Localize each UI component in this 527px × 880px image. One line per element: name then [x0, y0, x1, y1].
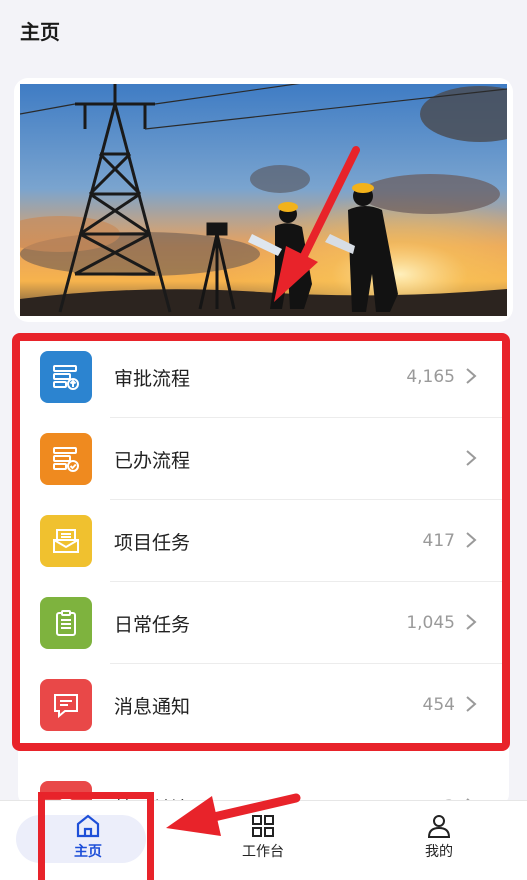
- chevron-right-icon: [466, 368, 477, 384]
- chevron-right-icon: [466, 696, 477, 712]
- list-item-done-flow[interactable]: 已办流程: [18, 418, 509, 500]
- approval-flow-icon: [40, 351, 92, 403]
- page-title: 主页: [20, 20, 60, 44]
- list-item-daily-task[interactable]: 日常任务 1,045: [18, 582, 509, 664]
- nav-mine-label: 我的: [425, 844, 453, 860]
- nav-workbench-label: 工作台: [242, 844, 284, 860]
- nav-mine[interactable]: 我的: [394, 813, 484, 871]
- list-item-count: 454: [422, 695, 455, 715]
- banner-image: [20, 84, 507, 316]
- banner-card[interactable]: [14, 78, 513, 322]
- message-icon: [40, 679, 92, 731]
- nav-workbench[interactable]: 工作台: [218, 813, 308, 871]
- list-item-label: 项目任务: [114, 532, 191, 554]
- chevron-right-icon: [466, 532, 477, 548]
- nav-home[interactable]: 主页: [43, 813, 133, 871]
- nav-home-label: 主页: [74, 844, 102, 860]
- list-item-label: 消息通知: [114, 696, 191, 718]
- chevron-right-icon: [466, 450, 477, 466]
- done-flow-icon: [40, 433, 92, 485]
- list-item-count: 4,165: [406, 367, 455, 387]
- list-item-project-task[interactable]: 项目任务 417: [18, 500, 509, 582]
- list-item-message[interactable]: 消息通知 454: [18, 664, 509, 746]
- home-icon: [76, 814, 100, 838]
- list-item-approval-flow[interactable]: 审批流程 4,165: [18, 336, 509, 418]
- user-icon: [427, 815, 451, 838]
- list-item-label: 审批流程: [114, 368, 191, 390]
- list-item-count: 417: [422, 531, 455, 551]
- list-item-label: 日常任务: [114, 614, 191, 636]
- divider: [110, 745, 509, 746]
- chevron-right-icon: [466, 614, 477, 630]
- menu-list: 审批流程 4,165 已办流程 项目任务 417 日常任务 1,045 消息通知…: [18, 336, 509, 806]
- list-item-count: 1,045: [406, 613, 455, 633]
- daily-task-icon: [40, 597, 92, 649]
- list-item-label: 已办流程: [114, 450, 191, 472]
- header-bar: 主页: [0, 0, 527, 58]
- grid-icon: [252, 815, 274, 837]
- project-task-icon: [40, 515, 92, 567]
- bottom-nav: 主页 工作台 我的: [0, 800, 527, 880]
